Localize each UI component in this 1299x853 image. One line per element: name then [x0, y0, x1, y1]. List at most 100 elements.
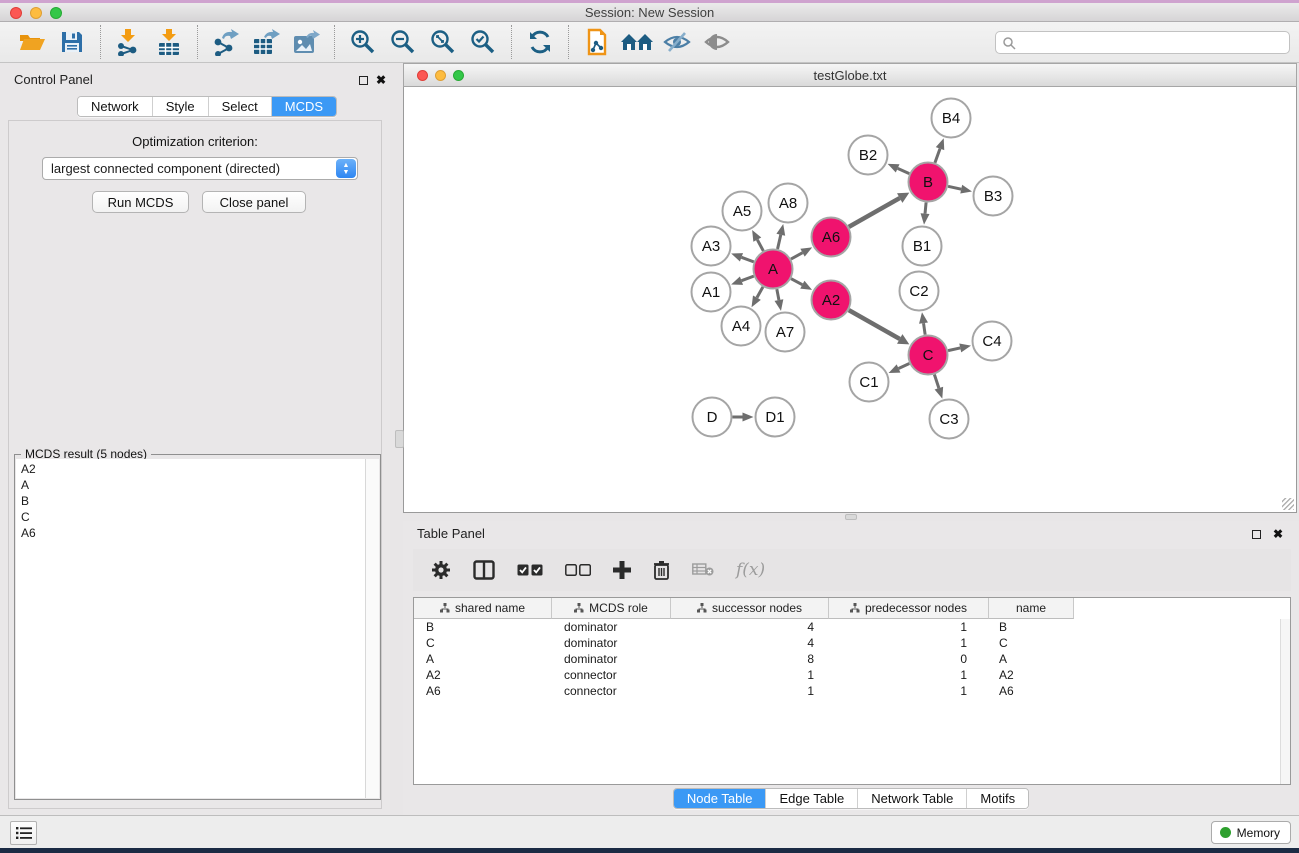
graph-edge-C-C2[interactable] — [924, 323, 926, 335]
table-row[interactable]: Cdominator41C — [414, 635, 1290, 651]
table-row[interactable]: A6connector11A6 — [414, 683, 1290, 699]
unselect-all-columns-button[interactable] — [565, 564, 591, 577]
export-image-button[interactable] — [286, 26, 326, 58]
table-row[interactable]: Adominator80A — [414, 651, 1290, 667]
network-graph[interactable]: AA1A2A3A4A5A6A7A8BB1B2B3B4CC1C2C3C4DD1 — [404, 87, 1296, 511]
close-panel-action-button[interactable]: Close panel — [202, 191, 306, 213]
graph-node-A7[interactable]: A7 — [766, 313, 805, 352]
select-all-columns-button[interactable] — [517, 564, 543, 577]
graph-node-C4[interactable]: C4 — [973, 322, 1012, 361]
tab-network[interactable]: Network — [78, 97, 153, 116]
apply-layout-button[interactable] — [520, 26, 560, 58]
mcds-result-item[interactable]: B — [21, 493, 360, 509]
table-scrollbar[interactable] — [1280, 619, 1290, 784]
create-column-button[interactable] — [613, 561, 631, 579]
float-table-panel-button[interactable] — [1249, 527, 1263, 541]
clone-network-button[interactable] — [577, 26, 617, 58]
graph-node-A2[interactable]: A2 — [812, 281, 851, 320]
open-session-button[interactable] — [12, 26, 52, 58]
table-row[interactable]: A2connector11A2 — [414, 667, 1290, 683]
graph-edge-A6-B[interactable] — [849, 198, 900, 227]
graph-node-A4[interactable]: A4 — [722, 307, 761, 346]
graph-edge-A-A1[interactable] — [741, 276, 753, 281]
run-mcds-button[interactable]: Run MCDS — [92, 191, 189, 213]
graph-edge-C-C4[interactable] — [948, 348, 960, 351]
zoom-window-button[interactable] — [50, 7, 62, 19]
table-row[interactable]: Bdominator41B — [414, 619, 1290, 635]
network-canvas[interactable]: AA1A2A3A4A5A6A7A8BB1B2B3B4CC1C2C3C4DD1 — [403, 87, 1297, 513]
export-table-button[interactable] — [246, 26, 286, 58]
graph-node-B4[interactable]: B4 — [932, 99, 971, 138]
zoom-network-window-button[interactable] — [453, 70, 464, 81]
save-session-button[interactable] — [52, 26, 92, 58]
graph-node-C1[interactable]: C1 — [850, 363, 889, 402]
column-header-name[interactable]: name — [989, 598, 1074, 619]
zoom-selected-button[interactable] — [463, 26, 503, 58]
tab-edge-table[interactable]: Edge Table — [766, 789, 858, 808]
delete-column-button[interactable] — [653, 560, 670, 580]
graph-node-A6[interactable]: A6 — [812, 218, 851, 257]
float-panel-button[interactable] — [356, 73, 370, 87]
zoom-out-button[interactable] — [383, 26, 423, 58]
graph-node-C[interactable]: C — [909, 336, 948, 375]
graph-node-B[interactable]: B — [909, 163, 948, 202]
graph-edge-B-B4[interactable] — [935, 149, 940, 163]
graph-edge-A-A6[interactable] — [791, 253, 803, 259]
result-list-scrollbar[interactable] — [365, 459, 379, 798]
graph-edge-C-C1[interactable] — [899, 364, 910, 369]
graph-edge-A2-C[interactable] — [849, 310, 900, 339]
graph-node-A5[interactable]: A5 — [723, 192, 762, 231]
import-table-button[interactable] — [149, 26, 189, 58]
graph-node-A3[interactable]: A3 — [692, 227, 731, 266]
column-settings-button[interactable] — [431, 560, 451, 580]
close-window-button[interactable] — [10, 7, 22, 19]
graph-edge-A-A2[interactable] — [791, 279, 802, 285]
graph-node-D1[interactable]: D1 — [756, 398, 795, 437]
horizontal-splitter-handle[interactable] — [845, 514, 857, 520]
toggle-graphics-details-button[interactable] — [657, 26, 697, 58]
graph-edge-A-A5[interactable] — [757, 240, 763, 251]
graph-node-A1[interactable]: A1 — [692, 273, 731, 312]
vertical-splitter-handle[interactable] — [395, 430, 404, 448]
mcds-result-item[interactable]: A6 — [21, 525, 360, 541]
tab-mcds[interactable]: MCDS — [272, 97, 336, 116]
tab-motifs[interactable]: Motifs — [967, 789, 1028, 808]
column-header-shared-name[interactable]: shared name — [414, 598, 552, 619]
delete-table-button[interactable] — [692, 563, 714, 577]
function-builder-button[interactable]: f(x) — [736, 560, 765, 580]
graph-node-B1[interactable]: B1 — [903, 227, 942, 266]
search-field[interactable] — [995, 31, 1290, 54]
export-network-button[interactable] — [206, 26, 246, 58]
zoom-fit-button[interactable] — [423, 26, 463, 58]
graph-edge-B-B2[interactable] — [898, 168, 910, 173]
column-header-mcds-role[interactable]: MCDS role — [552, 598, 671, 619]
graph-edge-A-A7[interactable] — [777, 289, 779, 300]
graph-edge-B-B1[interactable] — [925, 202, 926, 213]
tab-node-table[interactable]: Node Table — [674, 789, 767, 808]
memory-button[interactable]: Memory — [1211, 821, 1291, 844]
graph-edge-A-A4[interactable] — [757, 287, 763, 298]
tab-style[interactable]: Style — [153, 97, 209, 116]
minimize-network-window-button[interactable] — [435, 70, 446, 81]
window-resize-grip[interactable] — [1282, 498, 1294, 510]
graph-edge-C-C3[interactable] — [934, 374, 938, 388]
close-table-panel-button[interactable]: ✖ — [1271, 527, 1285, 541]
graph-edge-B-B3[interactable] — [948, 186, 961, 189]
tab-network-table[interactable]: Network Table — [858, 789, 967, 808]
zoom-in-button[interactable] — [343, 26, 383, 58]
birds-eye-view-button[interactable] — [697, 26, 737, 58]
show-task-history-button[interactable] — [10, 821, 37, 845]
graph-node-B2[interactable]: B2 — [849, 136, 888, 175]
search-input[interactable] — [1016, 34, 1289, 52]
graph-node-B3[interactable]: B3 — [974, 177, 1013, 216]
close-panel-button[interactable]: ✖ — [374, 73, 388, 87]
graph-edge-A-A3[interactable] — [741, 257, 753, 262]
graph-node-A8[interactable]: A8 — [769, 184, 808, 223]
tab-select[interactable]: Select — [209, 97, 272, 116]
home-button[interactable] — [617, 26, 657, 58]
column-header-predecessor-nodes[interactable]: predecessor nodes — [829, 598, 989, 619]
criterion-select[interactable]: largest connected component (directed) ▲… — [42, 157, 358, 180]
mcds-result-item[interactable]: A2 — [21, 461, 360, 477]
minimize-window-button[interactable] — [30, 7, 42, 19]
graph-node-D[interactable]: D — [693, 398, 732, 437]
